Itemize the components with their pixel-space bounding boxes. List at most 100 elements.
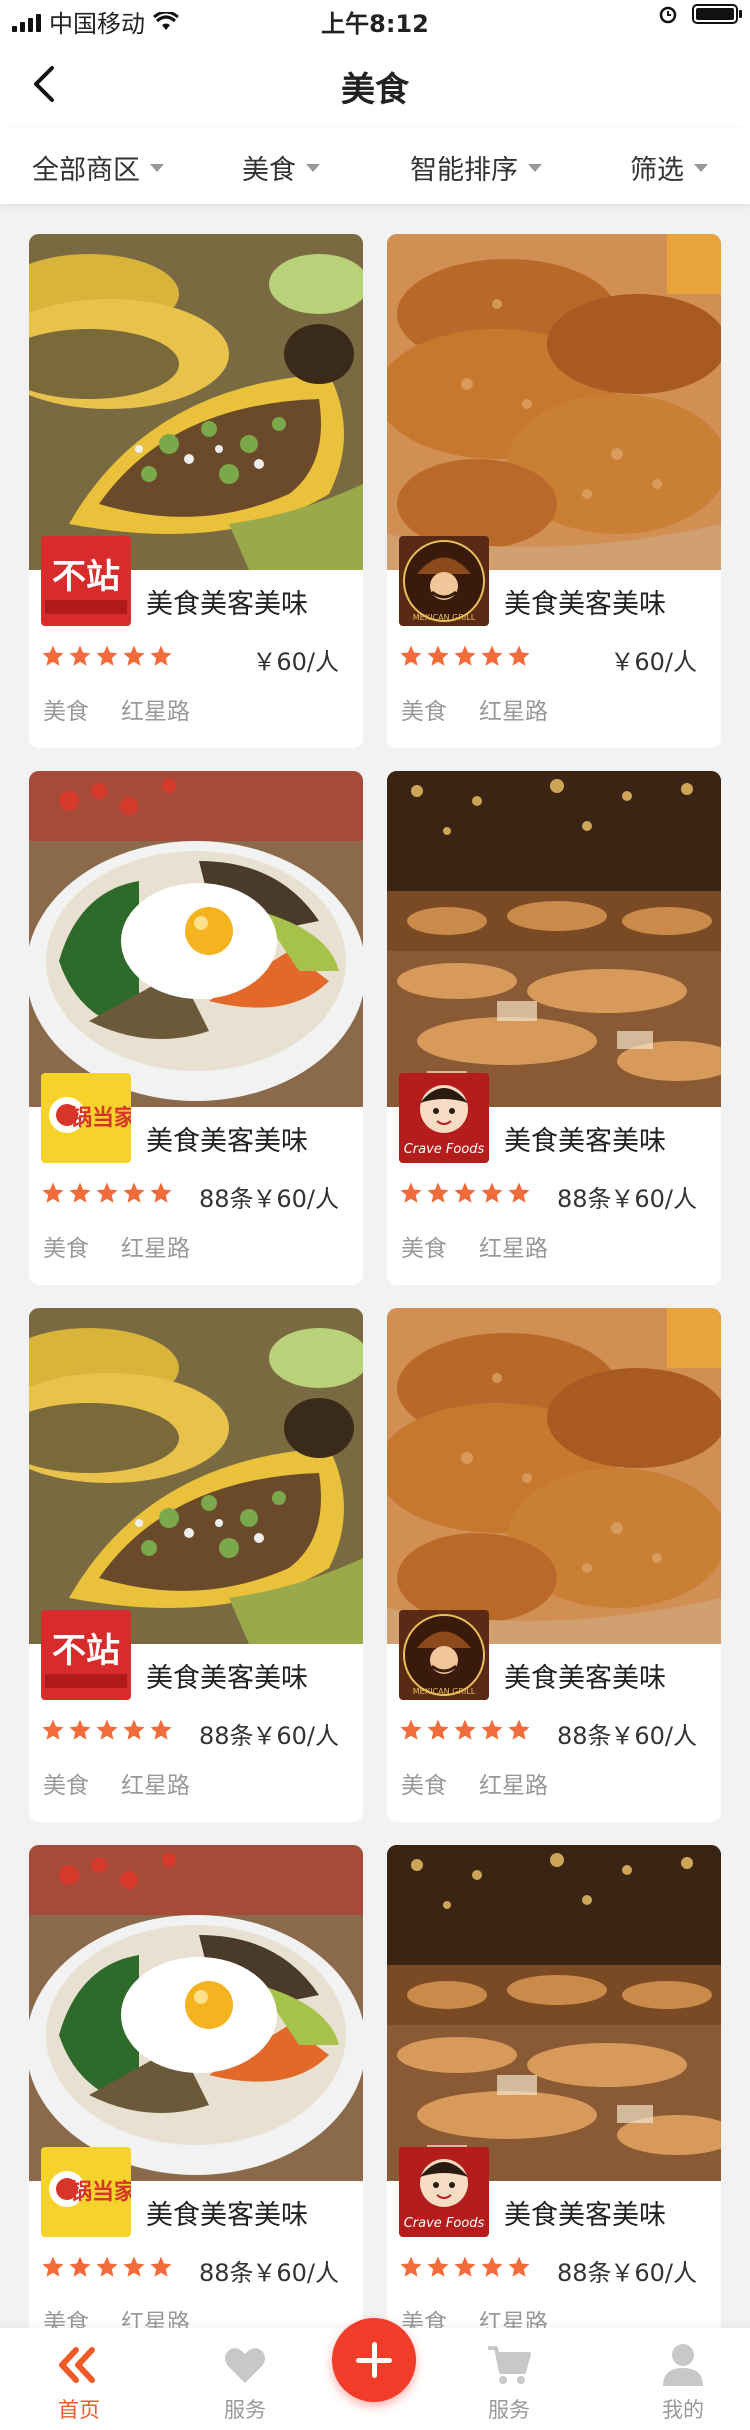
price-per-person: ￥60/人 xyxy=(252,648,339,676)
star-icon xyxy=(426,2255,450,2279)
star-icon xyxy=(122,1181,146,1205)
review-count: 88条 xyxy=(199,2259,254,2287)
star-icon xyxy=(480,644,504,668)
star-icon xyxy=(95,1181,119,1205)
star-icon xyxy=(480,1718,504,1742)
rating-stars xyxy=(399,1718,531,1742)
star-icon xyxy=(507,1181,531,1205)
filter-screen[interactable]: 筛选 xyxy=(630,148,708,187)
home-icon xyxy=(59,2347,95,2383)
rating-stars xyxy=(41,644,173,668)
restaurant-name: 美食美客美味 xyxy=(146,2200,308,2231)
filter-label: 美食 xyxy=(242,155,296,186)
star-icon xyxy=(149,644,173,668)
rating-stars xyxy=(41,1181,173,1205)
star-icon xyxy=(453,1181,477,1205)
restaurant-card[interactable]: Crave Foods 美食美客美味 88条 ￥60/人 美食 红星路 xyxy=(387,1845,721,2359)
star-icon xyxy=(480,2255,504,2279)
tag-location: 红星路 xyxy=(479,699,548,725)
tag-category: 美食 xyxy=(43,1236,89,1262)
review-count: 88条 xyxy=(557,1185,612,1213)
star-icon xyxy=(453,2255,477,2279)
restaurant-card[interactable]: 锅当家 美食美客美味 88条 ￥60/人 美食 红星路 xyxy=(29,1845,363,2359)
restaurant-name: 美食美客美味 xyxy=(504,589,666,620)
star-icon xyxy=(122,2255,146,2279)
star-icon xyxy=(507,644,531,668)
filter-category[interactable]: 美食 xyxy=(242,148,320,187)
restaurant-name: 美食美客美味 xyxy=(146,1663,308,1694)
tab-service[interactable]: 服务 xyxy=(170,2328,320,2430)
logo-text: MEXICAN GRILL xyxy=(413,613,476,622)
plus-icon[interactable] xyxy=(332,2318,416,2402)
tab-label: 首页 xyxy=(58,2398,100,2422)
price-per-person: ￥60/人 xyxy=(252,1185,339,1213)
star-icon xyxy=(41,1181,65,1205)
filter-bar: 全部商区 美食 智能排序 筛选 xyxy=(0,128,750,204)
restaurant-logo: Crave Foods xyxy=(399,2147,489,2237)
logo-text: Crave Foods xyxy=(404,2216,485,2231)
restaurant-card[interactable]: Crave Foods 美食美客美味 88条 ￥60/人 美食 红星路 xyxy=(387,771,721,1285)
tab-label: 服务 xyxy=(224,2398,266,2422)
restaurant-card[interactable]: MEXICAN GRILL 美食美客美味 ￥60/人 美食 红星路 xyxy=(387,234,721,748)
star-icon xyxy=(95,644,119,668)
star-icon xyxy=(95,2255,119,2279)
star-icon xyxy=(149,1718,173,1742)
price-per-person: ￥60/人 xyxy=(252,1722,339,1750)
restaurant-card[interactable]: 不站 美食美客美味 88条 ￥60/人 美食 红星路 xyxy=(29,1308,363,1822)
star-icon xyxy=(41,2255,65,2279)
restaurant-logo: MEXICAN GRILL xyxy=(399,536,489,626)
restaurant-name: 美食美客美味 xyxy=(504,2200,666,2231)
heart-icon xyxy=(225,2348,265,2383)
status-bar: 中国移动 上午8:12 xyxy=(0,0,750,40)
star-icon xyxy=(122,644,146,668)
rating-stars xyxy=(41,2255,173,2279)
status-right xyxy=(658,4,742,24)
restaurant-name: 美食美客美味 xyxy=(146,1126,308,1157)
food-photo-bakery xyxy=(387,1845,721,2181)
star-icon xyxy=(122,1718,146,1742)
review-count: 88条 xyxy=(557,1722,612,1750)
filter-area[interactable]: 全部商区 xyxy=(32,148,164,187)
tab-profile[interactable]: 我的 xyxy=(608,2328,750,2430)
page-title: 美食 xyxy=(341,70,409,110)
price-per-person: ￥60/人 xyxy=(610,1722,697,1750)
food-photo-bibimbap xyxy=(29,1845,363,2181)
restaurant-card[interactable]: 不站 美食美客美味 ￥60/人 美食 红星路 xyxy=(29,234,363,748)
filter-sort[interactable]: 智能排序 xyxy=(410,148,542,187)
logo-text: 锅当家 xyxy=(70,1105,131,1131)
food-photo-tacos xyxy=(29,1308,363,1644)
rating-stars xyxy=(41,1718,173,1742)
bottom-tab-bar: 首页 服务 服务 我的 xyxy=(0,2318,750,2430)
rating-stars xyxy=(399,1181,531,1205)
food-photo-bakery xyxy=(387,771,721,1107)
restaurant-logo: 锅当家 xyxy=(41,2147,131,2237)
star-icon xyxy=(399,2255,423,2279)
restaurant-card[interactable]: 锅当家 美食美客美味 88条 ￥60/人 美食 红星路 xyxy=(29,771,363,1285)
tab-label: 我的 xyxy=(662,2398,704,2422)
star-icon xyxy=(426,644,450,668)
restaurant-name: 美食美客美味 xyxy=(146,589,308,620)
alarm-icon xyxy=(659,6,677,24)
status-time: 上午8:12 xyxy=(321,10,429,38)
star-icon xyxy=(426,1718,450,1742)
cart-icon xyxy=(488,2346,531,2384)
review-count: 88条 xyxy=(557,2259,612,2287)
tab-label: 服务 xyxy=(488,2398,530,2422)
tag-category: 美食 xyxy=(401,1236,447,1262)
tab-cart[interactable]: 服务 xyxy=(434,2328,584,2430)
restaurant-logo: 不站 xyxy=(41,536,131,626)
filter-label: 筛选 xyxy=(630,155,684,186)
star-icon xyxy=(68,1181,92,1205)
restaurant-logo: MEXICAN GRILL xyxy=(399,1610,489,1700)
logo-text: 锅当家 xyxy=(70,2179,131,2205)
filter-label: 全部商区 xyxy=(32,155,140,186)
tab-home[interactable]: 首页 xyxy=(4,2328,154,2430)
tag-category: 美食 xyxy=(43,699,89,725)
restaurant-card[interactable]: MEXICAN GRILL 美食美客美味 88条 ￥60/人 美食 红星路 xyxy=(387,1308,721,1822)
rating-stars xyxy=(399,644,531,668)
caret-down-icon xyxy=(150,163,164,172)
caret-down-icon xyxy=(528,163,542,172)
star-icon xyxy=(149,1181,173,1205)
price-per-person: ￥60/人 xyxy=(610,2259,697,2287)
restaurant-name: 美食美客美味 xyxy=(504,1126,666,1157)
